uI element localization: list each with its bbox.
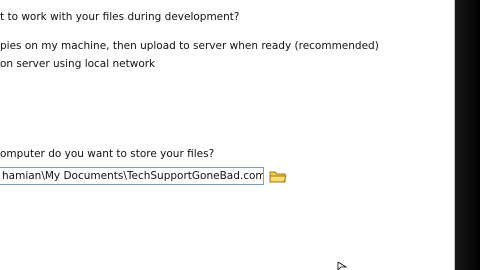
browse-folder-button[interactable] [268,168,288,185]
window-edge [455,0,480,270]
question-storage-mode: t to work with your files during develop… [0,11,240,23]
option-edit-local-copies[interactable]: pies on my machine, then upload to serve… [0,40,379,53]
question-file-location: omputer do you want to store your files? [0,148,215,160]
mouse-cursor-icon [337,262,348,270]
folder-icon [269,171,287,183]
local-folder-path-field[interactable]: hamian\My Documents\TechSupportGoneBad.c… [0,167,264,185]
option-edit-on-server-network[interactable]: on server using local network [0,58,155,71]
site-definition-dialog: t to work with your files during develop… [0,0,455,270]
